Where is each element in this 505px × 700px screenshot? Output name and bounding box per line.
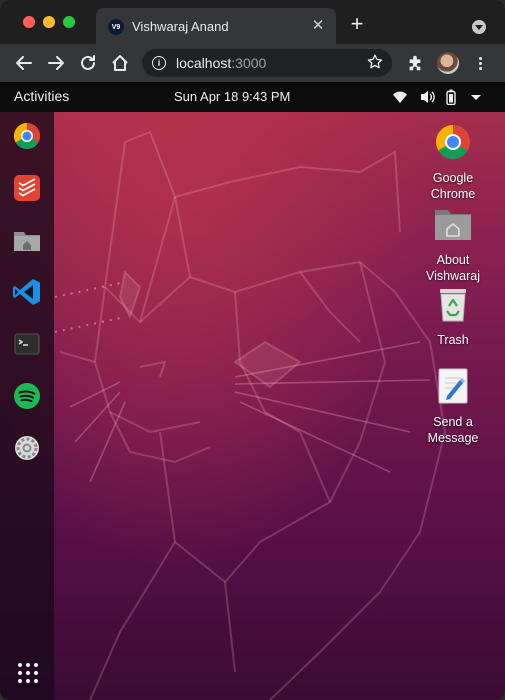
terminal-icon[interactable] [11,328,43,360]
info-icon[interactable]: i [152,56,166,70]
desktop-icon-about-vishwaraj[interactable]: About Vishwaraj [408,204,498,284]
desktop-icon-label: Trash [437,333,469,347]
maximize-window-button[interactable] [63,16,75,28]
page-viewport: Activities Sun Apr 18 9:43 PM Google Chr… [0,82,505,700]
desktop-icon-label: Send a Message [427,415,479,445]
extensions-puzzle-icon[interactable] [406,54,424,72]
minimize-window-button[interactable] [43,16,55,28]
vscode-icon[interactable] [11,276,43,308]
forward-arrow-icon[interactable] [46,53,66,73]
desktop-icon-label: Google Chrome [430,171,476,201]
close-tab-icon[interactable]: ✕ [308,16,328,36]
desktop-icon-trash[interactable]: Trash [408,284,498,348]
volume-icon [421,91,435,103]
chrome-icon[interactable] [11,120,43,152]
chrome-icon [436,125,470,159]
gnome-top-bar: Activities Sun Apr 18 9:43 PM [0,82,505,112]
trash-icon [440,289,466,322]
todoist-icon[interactable] [11,172,43,204]
browser-toolbar: i localhost:3000 [0,44,505,82]
profile-avatar[interactable] [437,52,459,74]
clock[interactable]: Sun Apr 18 9:43 PM [174,89,290,104]
settings-icon[interactable] [11,432,43,464]
files-icon[interactable] [11,224,43,256]
wifi-icon [393,91,407,103]
system-tray[interactable] [392,89,487,105]
browser-window: V9 Vishwaraj Anand ✕ + i localhost:3000 [0,0,505,700]
desktop-icon-label: About Vishwaraj [426,253,480,283]
reload-icon[interactable] [78,53,98,73]
desktop: Google Chrome About Vishwaraj Trash Send… [0,112,505,700]
bookmark-star-icon[interactable] [366,53,384,71]
tab-title: Vishwaraj Anand [132,19,229,34]
url-text: localhost:3000 [176,55,267,71]
desktop-icon-google-chrome[interactable]: Google Chrome [408,122,498,202]
battery-icon [446,89,456,105]
close-window-button[interactable] [23,16,35,28]
system-menu-chevron-icon [471,95,481,100]
browser-menu-icon[interactable] [474,55,486,73]
address-bar[interactable]: i localhost:3000 [142,49,392,77]
home-icon[interactable] [110,53,130,73]
activities-button[interactable]: Activities [14,88,69,104]
new-tab-button[interactable]: + [346,13,368,36]
browser-tab[interactable]: V9 Vishwaraj Anand ✕ [96,8,336,44]
ubuntu-dock [0,112,54,700]
folder-home-icon [435,210,471,240]
back-arrow-icon[interactable] [14,53,34,73]
tab-search-icon[interactable] [472,20,486,34]
text-editor-icon [438,368,468,404]
favicon-icon: V9 [108,19,124,35]
show-applications-button[interactable] [18,663,38,683]
tab-strip: V9 Vishwaraj Anand ✕ + [0,0,505,44]
spotify-icon[interactable] [11,380,43,412]
desktop-icon-send-a-message[interactable]: Send a Message [408,366,498,446]
